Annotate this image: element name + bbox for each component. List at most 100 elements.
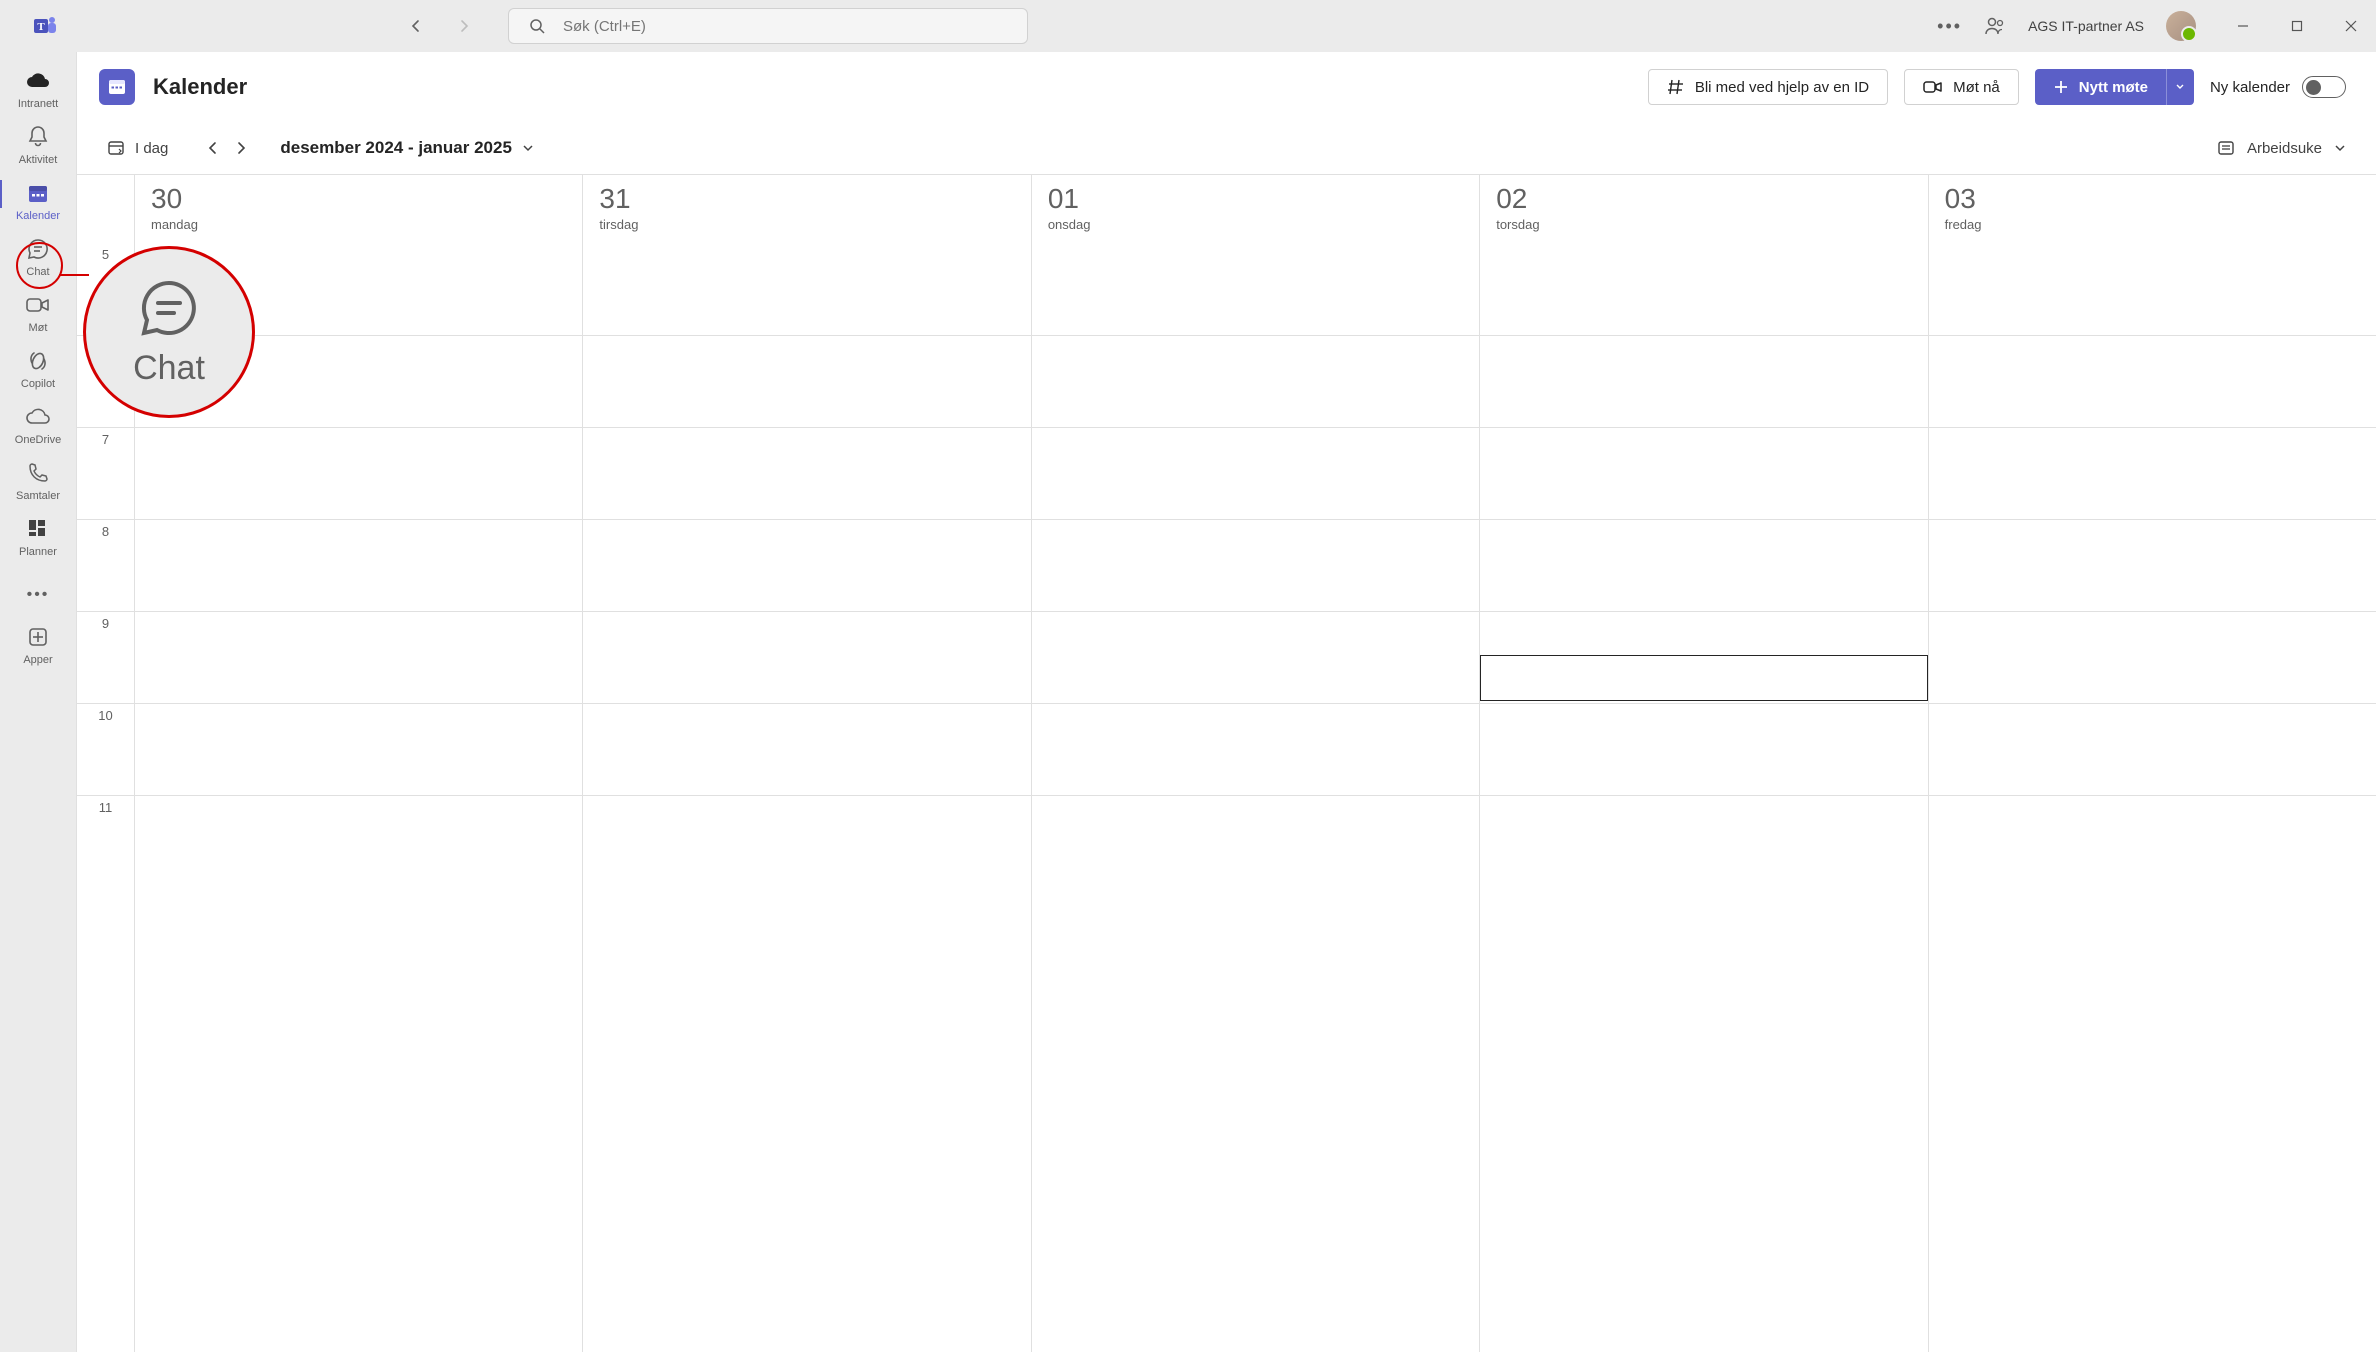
rail-item-intranett[interactable]: Intranett xyxy=(0,60,76,116)
more-options-button[interactable]: ••• xyxy=(1937,16,1962,37)
day-column[interactable]: 31 tirsdag xyxy=(583,175,1031,1352)
people-icon[interactable] xyxy=(1984,15,2006,37)
chevron-down-icon xyxy=(522,142,534,154)
button-label: I dag xyxy=(135,140,168,157)
rail-item-copilot[interactable]: Copilot xyxy=(0,340,76,396)
day-column[interactable]: 01 onsdag xyxy=(1032,175,1480,1352)
hash-icon xyxy=(1667,78,1685,96)
search-bar[interactable] xyxy=(508,8,1028,44)
search-icon xyxy=(529,18,545,34)
rail-label: Kalender xyxy=(16,210,60,222)
next-week-button[interactable] xyxy=(234,141,248,155)
join-meeting-button[interactable]: Bli med ved hjelp av en ID xyxy=(1648,69,1888,105)
calendar-grid[interactable]: 5 7 8 9 10 11 30mandag31tirsdag01onsdag0… xyxy=(77,174,2376,1352)
day-number: 02 xyxy=(1496,183,1911,215)
window-minimize-button[interactable] xyxy=(2228,11,2258,41)
rail-item-onedrive[interactable]: OneDrive xyxy=(0,396,76,452)
title-bar: T ••• AGS IT-partner AS xyxy=(0,0,2376,52)
calendar-icon xyxy=(25,180,51,206)
selected-timeslot[interactable] xyxy=(1480,655,1928,701)
new-meeting-button[interactable]: Nytt møte xyxy=(2035,69,2166,105)
rail-item-mot[interactable]: Møt xyxy=(0,284,76,340)
rail-item-samtaler[interactable]: Samtaler xyxy=(0,452,76,508)
planner-icon xyxy=(25,516,51,542)
annotation-callout: Chat xyxy=(83,246,255,418)
rail-item-aktivitet[interactable]: Aktivitet xyxy=(0,116,76,172)
calendar-header: Kalender Bli med ved hjelp av en ID Møt … xyxy=(77,52,2376,122)
day-header[interactable]: 30mandag xyxy=(135,175,582,243)
rail-item-planner[interactable]: Planner xyxy=(0,508,76,564)
day-name: onsdag xyxy=(1048,217,1463,232)
day-column[interactable]: 03fredag xyxy=(1929,175,2376,1352)
date-range-label: desember 2024 - januar 2025 xyxy=(280,138,512,158)
forward-button[interactable] xyxy=(450,12,478,40)
org-name: AGS IT-partner AS xyxy=(2028,18,2144,34)
more-icon: ••• xyxy=(27,586,50,604)
copilot-icon xyxy=(25,348,51,374)
app-rail: Intranett Aktivitet Kalender Chat Møt xyxy=(0,52,77,1352)
main-content: Kalender Bli med ved hjelp av en ID Møt … xyxy=(77,52,2376,1352)
search-input[interactable] xyxy=(563,18,1007,35)
cloud-outline-icon xyxy=(25,404,51,430)
time-label: 9 xyxy=(77,611,134,703)
back-button[interactable] xyxy=(402,12,430,40)
day-number: 03 xyxy=(1945,183,2360,215)
rail-label: Apper xyxy=(23,654,52,666)
day-name: tirsdag xyxy=(599,217,1014,232)
rail-label: Samtaler xyxy=(16,490,60,502)
button-label: Bli med ved hjelp av en ID xyxy=(1695,79,1869,96)
rail-label: Chat xyxy=(26,266,49,278)
plus-icon xyxy=(2053,79,2069,95)
time-label: 7 xyxy=(77,427,134,519)
day-number: 31 xyxy=(599,183,1014,215)
chat-icon xyxy=(25,236,51,262)
day-name: torsdag xyxy=(1496,217,1911,232)
user-avatar[interactable] xyxy=(2166,11,2196,41)
bell-icon xyxy=(25,124,51,150)
time-label: 10 xyxy=(77,703,134,795)
day-header[interactable]: 03fredag xyxy=(1929,175,2376,243)
chevron-down-icon xyxy=(2334,142,2346,154)
meet-now-button[interactable]: Møt nå xyxy=(1904,69,2019,105)
rail-item-kalender[interactable]: Kalender xyxy=(0,172,76,228)
calendar-subheader: I dag desember 2024 - januar 2025 Arbeid… xyxy=(77,122,2376,174)
window-maximize-button[interactable] xyxy=(2282,11,2312,41)
day-number: 01 xyxy=(1048,183,1463,215)
rail-label: Møt xyxy=(29,322,48,334)
new-calendar-toggle[interactable]: Ny kalender xyxy=(2210,76,2346,98)
time-label: 8 xyxy=(77,519,134,611)
day-header[interactable]: 01 onsdag xyxy=(1032,175,1479,243)
rail-more-button[interactable]: ••• xyxy=(0,574,76,616)
video-icon xyxy=(25,292,51,318)
chat-callout-icon xyxy=(138,277,200,339)
rail-item-apper[interactable]: Apper xyxy=(0,616,76,672)
rail-label: Aktivitet xyxy=(19,154,58,166)
day-column[interactable]: 02 torsdag xyxy=(1480,175,1928,1352)
new-meeting-dropdown[interactable] xyxy=(2166,69,2194,105)
view-selector[interactable]: Arbeidsuke xyxy=(2217,140,2346,157)
list-icon xyxy=(2217,140,2235,156)
date-range-picker[interactable]: desember 2024 - januar 2025 xyxy=(280,138,534,158)
today-button[interactable]: I dag xyxy=(107,139,168,157)
calendar-app-icon xyxy=(99,69,135,105)
rail-label: Copilot xyxy=(21,378,55,390)
prev-week-button[interactable] xyxy=(206,141,220,155)
callout-label: Chat xyxy=(133,349,205,388)
calendar-goto-icon xyxy=(107,139,125,157)
day-header[interactable]: 31 tirsdag xyxy=(583,175,1030,243)
day-name: mandag xyxy=(151,217,566,232)
window-close-button[interactable] xyxy=(2336,11,2366,41)
history-nav xyxy=(402,12,478,40)
phone-icon xyxy=(25,460,51,486)
annotation-connector xyxy=(59,274,89,276)
view-label: Arbeidsuke xyxy=(2247,140,2322,157)
teams-logo-icon: T xyxy=(30,10,62,42)
rail-label: OneDrive xyxy=(15,434,61,446)
time-label: 11 xyxy=(77,795,134,887)
day-header[interactable]: 02 torsdag xyxy=(1480,175,1927,243)
toggle-label: Ny kalender xyxy=(2210,79,2290,96)
button-label: Nytt møte xyxy=(2079,79,2148,96)
video-icon xyxy=(1923,79,1943,95)
toggle-switch[interactable] xyxy=(2302,76,2346,98)
new-meeting-split-button[interactable]: Nytt møte xyxy=(2035,69,2194,105)
